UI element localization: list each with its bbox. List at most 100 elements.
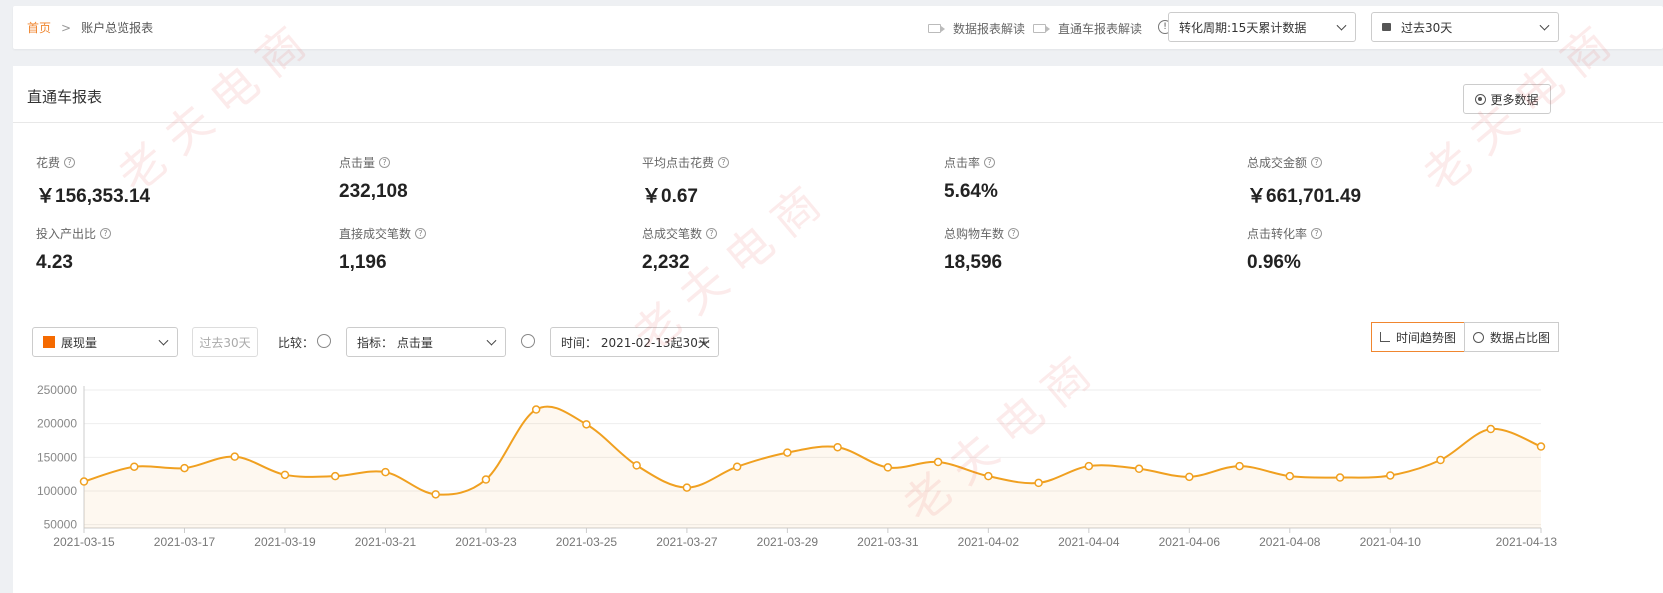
breadcrumb-home[interactable]: 首页 <box>27 19 51 36</box>
metric-label: 点击率 <box>944 156 981 170</box>
data-point <box>933 457 943 467</box>
data-point <box>280 470 290 480</box>
metric-cart-adds: 总购物车数? 18,596 <box>944 225 1020 274</box>
divider <box>13 122 1663 123</box>
x-tick-label: 2021-03-31 <box>857 535 919 549</box>
x-tick-label: 2021-04-04 <box>1058 535 1120 549</box>
data-point <box>230 452 239 461</box>
data-point <box>984 471 993 481</box>
metric-value: 18,596 <box>944 252 1003 273</box>
x-tick-label: 2021-03-23 <box>455 535 517 549</box>
data-point <box>1034 478 1043 488</box>
date-range-select[interactable]: 过去30天 <box>1371 12 1559 42</box>
ztc-guide-label: 直通车报表解读 <box>1058 22 1143 36</box>
help-icon[interactable]: ? <box>379 157 391 168</box>
x-tick-label: 2021-03-29 <box>757 535 819 549</box>
data-point <box>632 461 641 470</box>
x-tick-label: 2021-03-25 <box>556 535 618 549</box>
help-icon[interactable]: ? <box>984 157 996 168</box>
data-point <box>1134 464 1144 474</box>
x-tick-label: 2021-03-15 <box>53 535 115 549</box>
y-tick-label: 150000 <box>37 450 77 464</box>
metric-label: 平均点击花费 <box>642 156 715 170</box>
more-data-button[interactable]: 更多数据 <box>1463 84 1551 114</box>
data-point <box>531 405 541 414</box>
data-point <box>1386 471 1395 480</box>
report-guide-label: 数据报表解读 <box>953 22 1026 36</box>
trend-line-chart: 50000 100000 150000 200000 250000 2021-03-15 2… <box>37 383 1558 549</box>
panel-title: 直通车报表 <box>27 88 103 106</box>
data-point <box>1335 473 1345 482</box>
help-icon[interactable]: ? <box>64 157 76 168</box>
data-point <box>883 463 893 472</box>
metric-value: 1,196 <box>339 252 387 273</box>
metric-conversion-rate: 点击转化率? 0.96% <box>1247 225 1323 274</box>
metric-label: 总购物车数 <box>944 227 1005 241</box>
help-icon[interactable]: ? <box>415 228 427 239</box>
video-icon <box>928 24 945 33</box>
help-icon[interactable]: ? <box>718 157 730 168</box>
data-point <box>1285 471 1295 481</box>
x-tick-label: 2021-03-17 <box>154 535 216 549</box>
data-point <box>682 483 692 492</box>
date-range-value: 过去30天 <box>1401 20 1453 35</box>
x-tick-label: 2021-03-19 <box>254 535 316 549</box>
metric-label: 点击转化率 <box>1247 227 1308 241</box>
report-guide-link[interactable]: 数据报表解读 <box>928 20 1025 37</box>
metric-value: 0.96% <box>1247 252 1301 273</box>
data-point <box>330 471 340 481</box>
help-icon[interactable]: ? <box>1311 228 1323 239</box>
metric-cost: 花费? ￥156,353.14 <box>36 154 150 208</box>
data-point <box>833 442 842 452</box>
x-tick-label: 2021-04-13 <box>1496 535 1558 549</box>
x-tick-label: 2021-04-08 <box>1259 535 1321 549</box>
metric-value: 5.64% <box>944 181 998 202</box>
ztc-guide-link[interactable]: 直通车报表解读 <box>1033 20 1142 37</box>
top-bar: 首页 > 账户总览报表 数据报表解读 直通车报表解读 ! 转化周期:15天累计数… <box>13 6 1663 49</box>
help-icon[interactable]: ? <box>1311 157 1323 168</box>
data-point <box>582 420 591 429</box>
breadcrumb-separator: > <box>61 20 72 35</box>
metric-total-gmv: 总成交金额? ￥661,701.49 <box>1247 154 1361 208</box>
metric-clicks: 点击量? 232,108 <box>339 154 408 203</box>
metric-label: 点击量 <box>339 156 376 170</box>
metric-direct-orders: 直接成交笔数? 1,196 <box>339 225 427 274</box>
x-tick-label: 2021-04-10 <box>1360 535 1422 549</box>
video-icon <box>1033 24 1050 33</box>
data-point <box>381 467 390 477</box>
chart-section: 展现量 过去30天 比较： 指标： 点击量 时间： 2021-02-13起30天… <box>13 306 1663 593</box>
help-icon[interactable]: ? <box>100 228 112 239</box>
metric-total-orders: 总成交笔数? 2,232 <box>642 225 718 274</box>
data-point <box>1084 461 1094 471</box>
chevron-down-icon <box>1336 20 1347 31</box>
x-tick-label: 2021-03-27 <box>656 535 718 549</box>
metric-label: 花费 <box>36 156 61 170</box>
data-point <box>1436 455 1445 465</box>
y-tick-label: 200000 <box>37 417 77 431</box>
metric-label: 直接成交笔数 <box>339 227 412 241</box>
data-point <box>1235 461 1244 471</box>
metric-value: 232,108 <box>339 181 408 202</box>
data-point <box>1185 472 1194 482</box>
metric-value: 4.23 <box>36 252 73 273</box>
breadcrumb-current: 账户总览报表 <box>81 21 154 35</box>
help-icon[interactable]: ? <box>706 228 718 239</box>
gear-icon <box>1475 93 1487 105</box>
data-point <box>79 477 89 486</box>
conversion-period-select[interactable]: 转化周期:15天累计数据 <box>1168 12 1356 42</box>
conversion-period-value: 转化周期:15天累计数据 <box>1179 20 1307 35</box>
chevron-down-icon <box>1539 20 1550 31</box>
metric-value: 2,232 <box>642 252 690 273</box>
breadcrumb: 首页 > 账户总览报表 <box>27 19 153 36</box>
y-tick-label: 250000 <box>37 383 77 397</box>
metric-label: 总成交金额 <box>1247 156 1308 170</box>
y-tick-label: 100000 <box>37 484 77 498</box>
y-tick-label: 50000 <box>44 518 78 532</box>
metric-value: ￥156,353.14 <box>36 186 151 207</box>
data-point <box>1536 442 1546 451</box>
metric-roi: 投入产出比? 4.23 <box>36 225 112 274</box>
x-tick-label: 2021-04-02 <box>958 535 1020 549</box>
data-point <box>180 463 189 473</box>
series-area <box>84 406 1541 528</box>
help-icon[interactable]: ? <box>1008 228 1020 239</box>
